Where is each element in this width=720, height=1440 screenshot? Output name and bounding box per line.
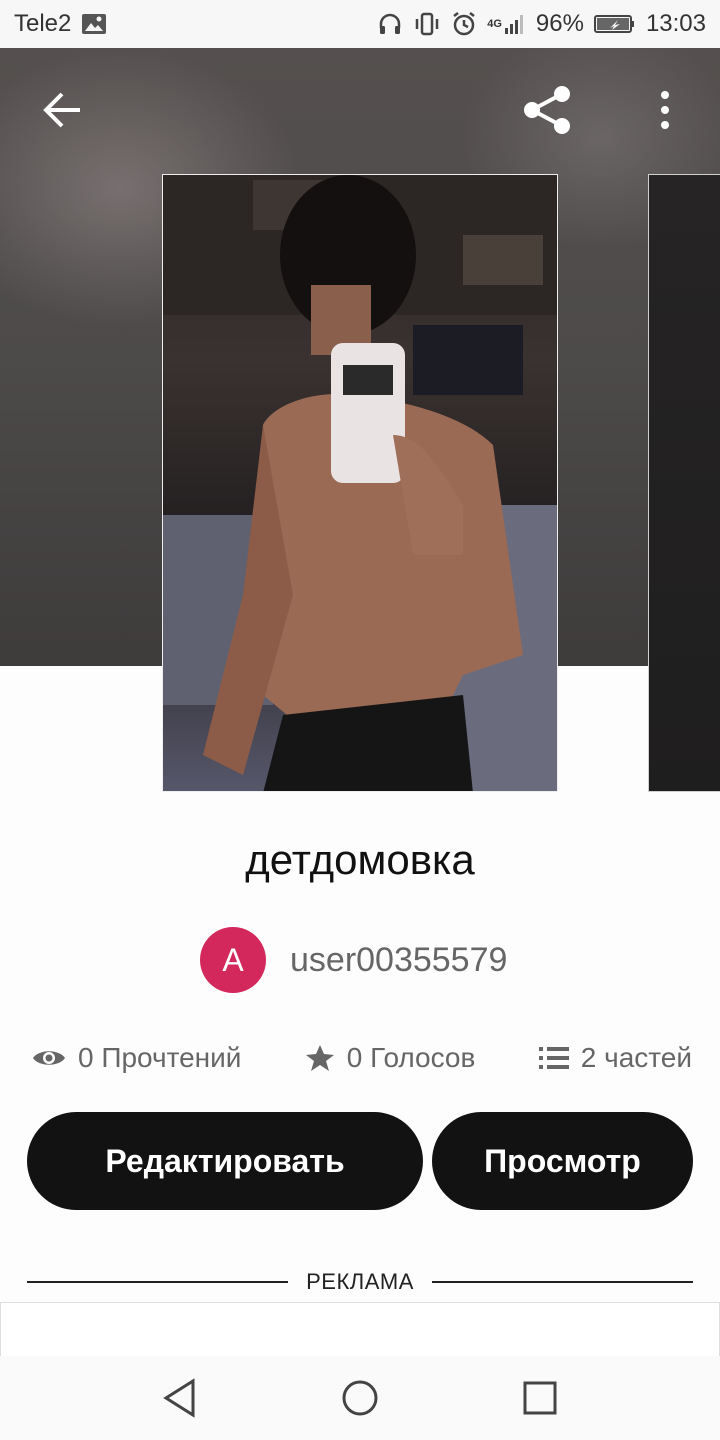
next-cover-image[interactable] [648,174,720,792]
cover-photo [163,175,557,791]
ad-container[interactable] [0,1302,720,1362]
edit-button[interactable]: Редактировать [27,1112,423,1210]
story-details-screen: Tele2 4G 96% 13:03 детдомовка A user0035… [0,0,720,1440]
headphones-icon [377,12,403,36]
ad-label: РЕКЛАМА [306,1269,414,1294]
reads-count: 0 Прочтений [78,1042,242,1073]
list-icon [538,1047,569,1069]
parts-count: 2 частей [580,1042,692,1073]
back-button[interactable] [33,80,93,140]
more-options-button[interactable] [635,80,695,140]
nav-home-button[interactable] [335,1373,385,1423]
arrow-left-icon [43,92,80,128]
divider-line-right [431,1281,693,1283]
author-username[interactable]: user00355579 [290,941,507,980]
network-type: 4G [487,17,502,30]
status-left: Tele2 [14,10,107,38]
carrier-name: Tele2 [14,10,72,37]
status-bar: Tele2 4G 96% 13:03 [0,0,720,48]
story-stats: 0 Прочтений 0 Голосов 2 частей [32,1036,692,1080]
star-icon [305,1045,334,1071]
nav-back-icon [163,1378,195,1418]
ad-divider: РЕКЛАМА [27,1268,693,1296]
votes-count: 0 Голосов [346,1042,476,1073]
author-link[interactable]: A user00355579 [200,926,507,994]
image-icon [81,12,107,36]
story-title: детдомовка [245,836,475,883]
vibrate-icon [413,12,441,36]
more-vertical-icon [661,91,669,129]
parts-stat: 2 частей [538,1042,692,1074]
avatar[interactable]: A [200,927,266,993]
system-nav-bar [0,1356,720,1440]
divider-line-left [27,1281,289,1283]
nav-home-icon [342,1380,378,1416]
signal-icon: 4G [487,13,526,35]
avatar-letter: A [222,941,244,978]
battery-percent: 96% [535,10,584,37]
status-right: 4G 96% 13:03 [377,10,706,38]
view-button[interactable]: Просмотр [432,1112,693,1210]
share-button[interactable] [518,80,578,140]
share-icon [524,86,570,134]
votes-stat: 0 Голосов [305,1042,476,1074]
nav-recent-icon [523,1381,557,1415]
battery-icon [593,13,636,35]
clock: 13:03 [645,10,706,37]
eye-icon [33,1051,65,1065]
reads-stat: 0 Прочтений [32,1042,241,1074]
alarm-icon [451,11,477,37]
nav-back-button[interactable] [155,1373,205,1423]
nav-recent-button[interactable] [515,1373,565,1423]
story-cover-image[interactable] [162,174,558,792]
